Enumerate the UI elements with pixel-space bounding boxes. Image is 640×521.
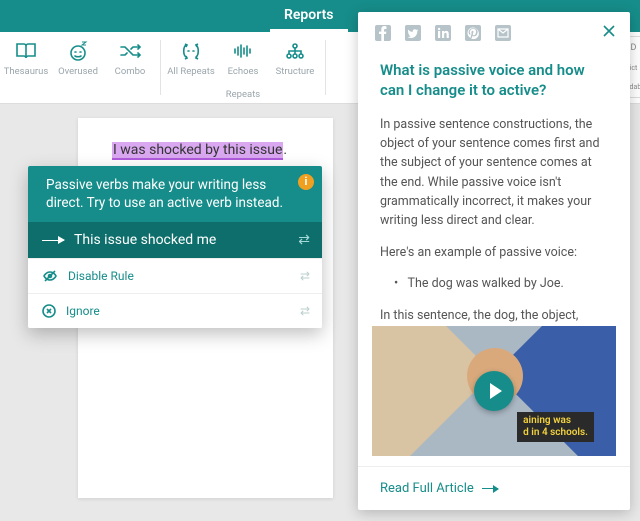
overused-label: Overused: [58, 66, 98, 77]
x-circle-icon: [42, 304, 56, 318]
paragraph: In this sentence, the dog, the object, c…: [380, 306, 608, 325]
video-thumbnail[interactable]: aining wasd in 4 schools.: [372, 326, 616, 456]
read-full-article-link[interactable]: Read Full Article: [358, 466, 630, 510]
editor-text: .: [283, 142, 287, 158]
disable-rule-button[interactable]: Disable Rule ⇄: [28, 258, 322, 293]
panel-body: What is passive voice and how can I chan…: [358, 52, 630, 324]
play-icon[interactable]: [474, 371, 514, 411]
group-label-repeats: Repeats: [165, 89, 321, 100]
suggestion-card: Passive verbs make your writing less dir…: [28, 166, 322, 328]
panel-header: [358, 12, 630, 52]
pinterest-icon[interactable]: [464, 24, 482, 42]
book-icon: [15, 40, 37, 62]
arrow-right-icon: [42, 240, 64, 242]
group-separator: [325, 40, 326, 95]
echoes-button[interactable]: Echoes: [217, 32, 269, 80]
toolbar-group-1: Thesaurus Overused Combo: [0, 32, 156, 103]
article-title: What is passive voice and how can I chan…: [380, 60, 608, 101]
echoes-label: Echoes: [228, 66, 259, 77]
paragraph: In passive sentence constructions, the o…: [380, 115, 608, 231]
combo-button[interactable]: Combo: [104, 32, 156, 80]
structure-icon: [284, 40, 306, 62]
structure-label: Structure: [276, 66, 315, 77]
repeats-icon: [180, 40, 202, 62]
toolbar-group-repeats: All Repeats Echoes Structure Repeats: [165, 32, 321, 103]
all-repeats-label: All Repeats: [167, 66, 215, 77]
group-separator: [160, 40, 161, 95]
swap-icon: ⇄: [300, 304, 310, 318]
tab-reports[interactable]: Reports: [270, 0, 348, 32]
video-caption: aining wasd in 4 schools.: [517, 412, 594, 442]
apply-suggestion-button[interactable]: This issue shocked me ⇄: [28, 222, 322, 258]
eye-off-icon: [42, 269, 58, 283]
combo-label: Combo: [115, 66, 146, 77]
soundwave-icon: [232, 40, 254, 62]
overused-button[interactable]: Overused: [52, 32, 104, 80]
arrow-right-icon: [482, 488, 498, 490]
passive-highlight[interactable]: I was shocked by this issue: [112, 142, 283, 160]
close-button[interactable]: [600, 22, 618, 44]
swap-icon: ⇄: [300, 269, 310, 283]
twitter-icon[interactable]: [404, 24, 422, 42]
shuffle-icon: [119, 40, 141, 62]
email-icon[interactable]: [494, 24, 512, 42]
suggestion-message: Passive verbs make your writing less dir…: [28, 166, 322, 222]
structure-button[interactable]: Structure: [269, 32, 321, 80]
sleepy-face-icon: [67, 40, 89, 62]
facebook-icon[interactable]: [374, 24, 392, 42]
help-panel: What is passive voice and how can I chan…: [358, 12, 630, 510]
info-icon[interactable]: i: [298, 174, 314, 190]
ignore-button[interactable]: Ignore ⇄: [28, 293, 322, 328]
bullet: • The dog was walked by Joe.: [380, 274, 608, 293]
linkedin-icon[interactable]: [434, 24, 452, 42]
paragraph: Here's an example of passive voice:: [380, 243, 608, 262]
suggestion-replacement: This issue shocked me: [74, 232, 216, 248]
swap-icon: ⇄: [298, 232, 310, 248]
thesaurus-label: Thesaurus: [4, 66, 49, 77]
thesaurus-button[interactable]: Thesaurus: [0, 32, 52, 80]
share-icons: [374, 24, 588, 42]
all-repeats-button[interactable]: All Repeats: [165, 32, 217, 80]
